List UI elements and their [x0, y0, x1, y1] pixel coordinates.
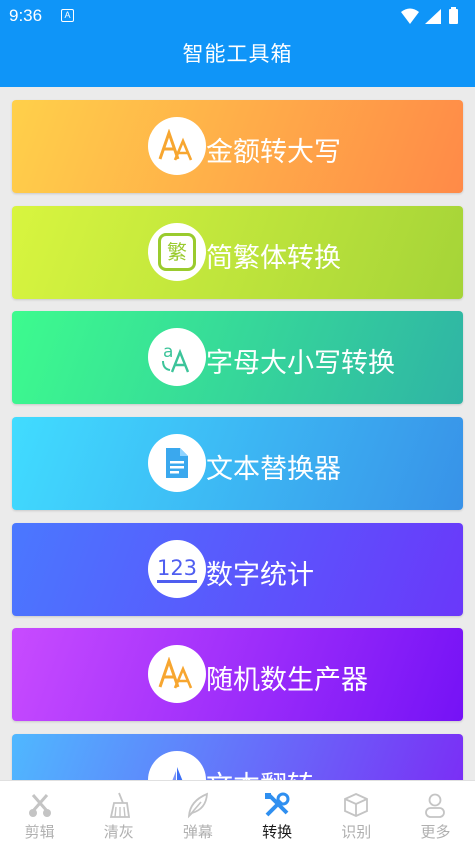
battery-icon	[449, 9, 458, 24]
font-aa-icon	[148, 645, 206, 703]
card-label: 文本翻转	[206, 764, 314, 780]
tab-label: 更多	[420, 823, 451, 841]
numbers-glyph: 123	[156, 556, 198, 583]
card-label: 简繁体转换	[206, 243, 341, 274]
bottom-tab-bar: 剪辑 清灰 弹幕 转换 识别 更多	[0, 780, 475, 844]
cube-icon	[344, 793, 369, 817]
status-time: 9:36	[9, 6, 43, 25]
wifi-icon	[401, 8, 419, 24]
feather-icon	[187, 792, 208, 819]
tab-more[interactable]: 更多	[396, 781, 475, 844]
card-label: 文本替换器	[206, 454, 341, 485]
tab-danmaku[interactable]: 弹幕	[158, 781, 237, 844]
tab-label: 清灰	[103, 823, 134, 841]
card-number-stats[interactable]: 123 数字统计	[12, 523, 463, 616]
page-title: 智能工具箱	[182, 42, 293, 66]
app-bar: 智能工具箱	[0, 32, 475, 87]
tab-label: 转换	[262, 823, 293, 841]
person-icon	[425, 793, 446, 818]
tab-recognize[interactable]: 识别	[317, 781, 396, 844]
notification-icon: A	[61, 9, 74, 22]
font-aa-icon	[148, 117, 206, 175]
svg-text:a: a	[163, 342, 173, 362]
tools-icon	[265, 792, 290, 817]
broom-icon	[109, 792, 130, 818]
scissors-icon	[28, 794, 51, 817]
card-letter-case[interactable]: a 字母大小写转换	[12, 311, 463, 404]
card-text-replacer[interactable]: 文本替换器	[12, 417, 463, 510]
traditional-char-icon: 繁	[148, 223, 206, 281]
tab-edit[interactable]: 剪辑	[0, 781, 79, 844]
numbers-123-icon: 123	[148, 540, 206, 598]
card-amount-uppercase[interactable]: 金额转大写	[12, 100, 463, 193]
traditional-char-glyph: 繁	[158, 233, 196, 271]
tool-list: 金额转大写 繁 简繁体转换 a 字母大小写转换 文本替换器 123 数字统计 随…	[0, 87, 475, 780]
sail-icon	[148, 751, 206, 780]
signal-icon	[425, 9, 441, 24]
tab-label: 识别	[341, 823, 372, 841]
system-status-icons	[401, 7, 458, 24]
card-simplified-traditional[interactable]: 繁 简繁体转换	[12, 206, 463, 299]
card-label: 随机数生产器	[206, 665, 368, 696]
tab-convert[interactable]: 转换	[238, 781, 317, 844]
card-label: 金额转大写	[206, 137, 341, 168]
tab-label: 剪辑	[24, 823, 55, 841]
tab-clean[interactable]: 清灰	[79, 781, 158, 844]
status-bar: 9:36 A	[0, 0, 475, 32]
card-text-flip[interactable]: 文本翻转	[12, 734, 463, 780]
letter-case-icon: a	[148, 328, 206, 386]
tab-label: 弹幕	[182, 823, 213, 841]
card-random-number[interactable]: 随机数生产器	[12, 628, 463, 721]
card-label: 字母大小写转换	[206, 348, 395, 379]
document-icon	[148, 434, 206, 492]
card-label: 数字统计	[206, 560, 314, 591]
